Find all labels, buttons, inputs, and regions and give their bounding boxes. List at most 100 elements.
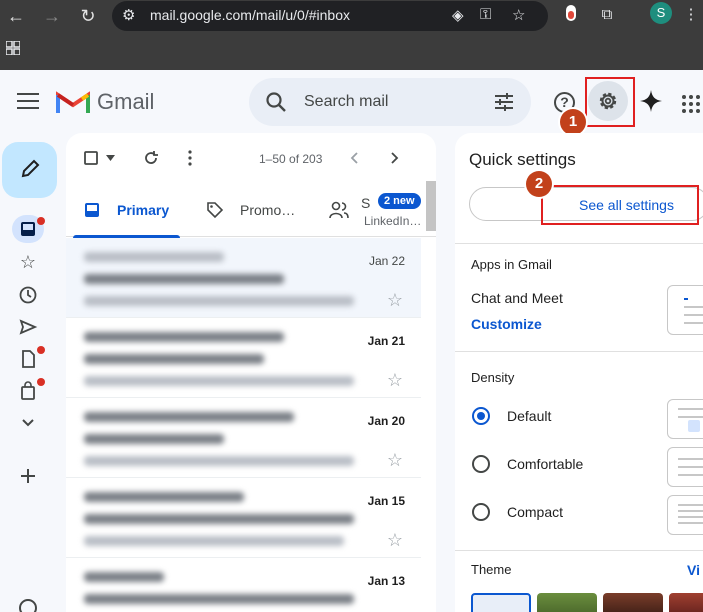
newer-chevron-left-icon[interactable]	[350, 152, 358, 164]
extension-icon[interactable]	[560, 4, 582, 26]
email-row[interactable]: Jan 22 ☆	[66, 238, 421, 318]
starred-icon[interactable]: ☆	[18, 252, 38, 272]
density-comfortable-preview	[667, 447, 703, 487]
email-date: Jan 13	[367, 574, 405, 588]
select-all-checkbox[interactable]	[84, 151, 98, 165]
email-date: Jan 22	[368, 254, 405, 268]
sent-icon[interactable]	[18, 317, 38, 337]
add-label-plus-icon[interactable]	[18, 466, 38, 486]
quick-settings-panel: Quick settings See all settings Apps in …	[455, 133, 703, 612]
subject-redacted	[84, 514, 354, 524]
star-icon[interactable]: ☆	[387, 450, 403, 471]
theme-red[interactable]	[669, 593, 703, 612]
gemini-sparkle-icon[interactable]	[640, 90, 662, 112]
address-bar[interactable]: ⚙ mail.google.com/mail/u/0/#inbox ◈ ⚿ ☆	[112, 1, 548, 31]
compose-button[interactable]	[2, 142, 57, 198]
more-chevron-down-icon[interactable]	[18, 413, 38, 433]
email-date: Jan 15	[367, 494, 405, 508]
people-icon	[329, 201, 349, 219]
category-tabs: Primary Promo… S 2 new LinkedIn…	[66, 181, 436, 238]
star-icon[interactable]: ☆	[387, 290, 403, 311]
reload-icon[interactable]: ↻	[76, 4, 100, 28]
tag-icon	[207, 202, 224, 219]
sender-redacted	[84, 252, 224, 262]
apps-heading: Apps in Gmail	[471, 257, 552, 272]
email-row[interactable]: Jan 13 ☆	[66, 558, 421, 612]
snoozed-clock-icon[interactable]	[18, 285, 38, 305]
pencil-icon	[21, 159, 40, 178]
extensions-puzzle-icon[interactable]: ⧉	[596, 4, 618, 26]
theme-default[interactable]	[471, 593, 531, 612]
settings-highlight-box	[585, 77, 635, 127]
star-icon[interactable]: ☆	[387, 530, 403, 551]
email-row[interactable]: Jan 15 ☆	[66, 478, 421, 558]
inbox-notification-dot	[37, 217, 45, 225]
app-name[interactable]: Gmail	[97, 89, 154, 115]
density-default-label[interactable]: Default	[507, 408, 551, 424]
forward-icon[interactable]: →	[40, 4, 64, 28]
rail-bottom-icon[interactable]	[18, 598, 38, 612]
back-icon[interactable]: ←	[4, 4, 28, 28]
site-info-icon[interactable]: ⚙	[122, 6, 135, 24]
email-row[interactable]: Jan 20 ☆	[66, 398, 421, 478]
tab-social-sender: LinkedIn…	[364, 214, 422, 228]
new-count-badge: 2 new	[378, 193, 421, 209]
inbox-icon[interactable]	[18, 219, 38, 239]
inbox-panel: 1–50 of 203 Primary Promo… S 2 new Linke…	[66, 133, 436, 612]
theme-warm[interactable]	[603, 593, 663, 612]
browser-toolbar: ← → ↻ ⚙ mail.google.com/mail/u/0/#inbox …	[0, 0, 703, 34]
url-text: mail.google.com/mail/u/0/#inbox	[150, 7, 350, 23]
search-icon[interactable]	[265, 91, 287, 113]
main-menu-icon[interactable]	[17, 93, 39, 111]
density-compact-preview	[667, 495, 703, 535]
theme-nature[interactable]	[537, 593, 597, 612]
tab-social[interactable]: S	[321, 181, 426, 237]
profile-avatar[interactable]: S	[650, 2, 672, 24]
gmail-logo-icon[interactable]	[56, 89, 90, 115]
drafts-icon[interactable]	[18, 349, 38, 369]
step-badge-2: 2	[526, 171, 552, 197]
password-key-icon[interactable]: ⚿	[480, 6, 491, 23]
chat-meet-preview	[667, 285, 703, 335]
view-all-themes-link[interactable]: Vi	[687, 562, 700, 578]
older-chevron-right-icon[interactable]	[391, 152, 399, 164]
density-comfortable-radio[interactable]	[472, 455, 490, 473]
select-dropdown-caret-icon[interactable]	[106, 155, 115, 161]
customize-link[interactable]: Customize	[471, 316, 542, 332]
tab-promotions-label: Promo…	[240, 202, 296, 218]
density-comfortable-label[interactable]: Comfortable	[507, 456, 583, 472]
purchases-notification-dot	[37, 378, 45, 386]
divider	[455, 550, 703, 551]
scrollbar[interactable]	[426, 181, 436, 231]
purchases-bag-icon[interactable]	[18, 381, 38, 401]
google-apps-icon[interactable]	[681, 94, 701, 114]
density-default-radio[interactable]	[472, 407, 490, 425]
apps-grid-icon[interactable]	[6, 41, 20, 55]
quick-settings-title: Quick settings	[469, 150, 576, 169]
subject-redacted	[84, 594, 354, 604]
density-default-preview	[667, 399, 703, 439]
browser-menu-icon[interactable]: ⋮	[680, 4, 702, 26]
divider	[455, 243, 703, 244]
snippet-redacted	[84, 296, 354, 306]
search-input[interactable]: Search mail	[304, 93, 388, 111]
bookmark-star-icon[interactable]: ☆	[512, 6, 525, 24]
density-compact-label[interactable]: Compact	[507, 504, 563, 520]
tab-primary[interactable]: Primary	[66, 181, 180, 238]
search-bar[interactable]: Search mail	[249, 78, 531, 126]
star-icon[interactable]: ☆	[387, 370, 403, 391]
pagination-range: 1–50 of 203	[259, 152, 323, 166]
search-options-icon[interactable]	[494, 92, 514, 112]
cast-icon[interactable]: ◈	[452, 6, 464, 24]
primary-inbox-icon	[85, 203, 99, 217]
more-options-icon[interactable]	[188, 150, 192, 166]
subject-redacted	[84, 274, 284, 284]
density-heading: Density	[471, 370, 515, 385]
bookmarks-bar	[0, 34, 703, 70]
refresh-icon[interactable]	[143, 150, 159, 166]
tab-promotions[interactable]: Promo…	[196, 181, 306, 237]
step-badge-1: 1	[560, 109, 586, 135]
email-row[interactable]: Jan 21 ☆	[66, 318, 421, 398]
density-compact-radio[interactable]	[472, 503, 490, 521]
see-all-highlight-box	[541, 185, 699, 225]
